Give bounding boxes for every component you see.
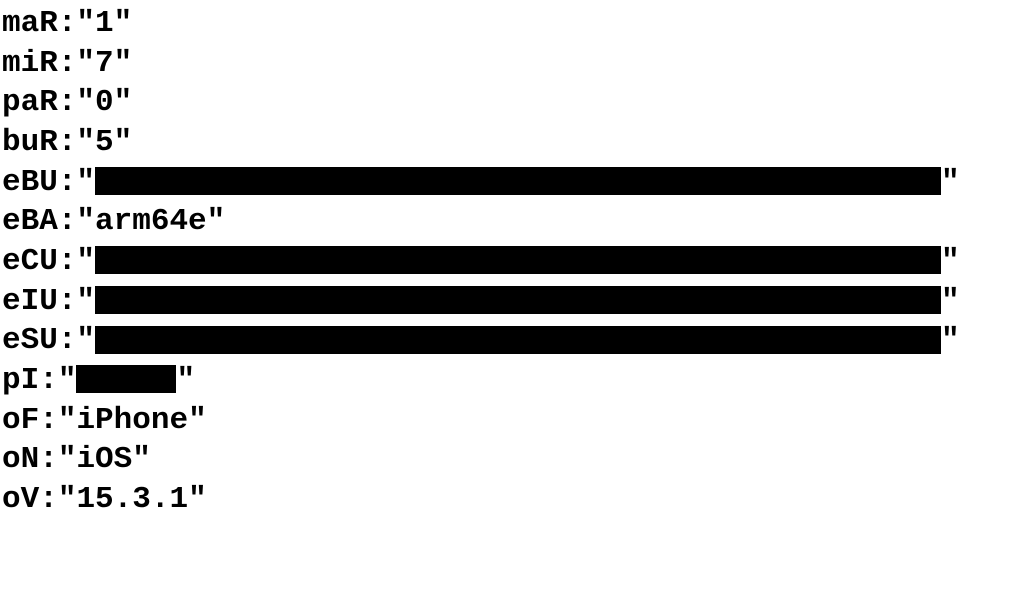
row-oV: oV: "15.3.1" xyxy=(2,480,1022,520)
close-quote: " xyxy=(114,123,133,163)
value-miR: 7 xyxy=(95,44,114,84)
open-quote: " xyxy=(76,4,95,44)
key-oV: oV xyxy=(2,480,39,520)
open-quote: " xyxy=(58,480,77,520)
open-quote: " xyxy=(58,361,77,401)
row-oN: oN: "iOS" xyxy=(2,440,1022,480)
open-quote: " xyxy=(76,123,95,163)
value-oF: iPhone xyxy=(76,401,188,441)
colon: : xyxy=(58,202,77,242)
redacted-value-eIU xyxy=(95,286,941,314)
colon: : xyxy=(58,123,77,163)
value-maR: 1 xyxy=(95,4,114,44)
open-quote: " xyxy=(58,440,77,480)
redacted-value-eSU xyxy=(95,326,941,354)
redacted-value-eBU xyxy=(95,167,941,195)
row-miR: miR: "7" xyxy=(2,44,1022,84)
colon: : xyxy=(39,440,58,480)
close-quote: " xyxy=(132,440,151,480)
row-maR: maR: "1" xyxy=(2,4,1022,44)
close-quote: " xyxy=(188,480,207,520)
open-quote: " xyxy=(76,44,95,84)
close-quote: " xyxy=(941,242,960,282)
key-buR: buR xyxy=(2,123,58,163)
colon: : xyxy=(39,480,58,520)
key-eBA: eBA xyxy=(2,202,58,242)
row-oF: oF: "iPhone" xyxy=(2,401,1022,441)
close-quote: " xyxy=(114,44,133,84)
colon: : xyxy=(58,4,77,44)
open-quote: " xyxy=(76,321,95,361)
key-maR: maR xyxy=(2,4,58,44)
key-oN: oN xyxy=(2,440,39,480)
open-quote: " xyxy=(76,163,95,203)
row-eCU: eCU: " " xyxy=(2,242,1022,282)
row-eIU: eIU: " " xyxy=(2,282,1022,322)
open-quote: " xyxy=(76,242,95,282)
colon: : xyxy=(39,401,58,441)
redacted-value-pI xyxy=(76,365,176,393)
open-quote: " xyxy=(76,83,95,123)
colon: : xyxy=(58,242,77,282)
key-miR: miR xyxy=(2,44,58,84)
colon: : xyxy=(58,282,77,322)
key-eCU: eCU xyxy=(2,242,58,282)
row-paR: paR: "0" xyxy=(2,83,1022,123)
row-eBU: eBU: " " xyxy=(2,163,1022,203)
open-quote: " xyxy=(58,401,77,441)
key-eBU: eBU xyxy=(2,163,58,203)
key-pI: pI xyxy=(2,361,39,401)
row-buR: buR: "5" xyxy=(2,123,1022,163)
close-quote: " xyxy=(941,163,960,203)
redacted-value-eCU xyxy=(95,246,941,274)
open-quote: " xyxy=(76,282,95,322)
colon: : xyxy=(39,361,58,401)
colon: : xyxy=(58,163,77,203)
row-pI: pI: " " xyxy=(2,361,1022,401)
value-eBA: arm64e xyxy=(95,202,207,242)
value-buR: 5 xyxy=(95,123,114,163)
value-oV: 15.3.1 xyxy=(76,480,188,520)
row-eBA: eBA: "arm64e" xyxy=(2,202,1022,242)
key-oF: oF xyxy=(2,401,39,441)
row-eSU: eSU: " " xyxy=(2,321,1022,361)
open-quote: " xyxy=(76,202,95,242)
key-eIU: eIU xyxy=(2,282,58,322)
value-oN: iOS xyxy=(76,440,132,480)
close-quote: " xyxy=(188,401,207,441)
colon: : xyxy=(58,44,77,84)
colon: : xyxy=(58,321,77,361)
close-quote: " xyxy=(941,282,960,322)
code-block: maR: "1"miR: "7"paR: "0"buR: "5"eBU: ""e… xyxy=(2,4,1022,520)
value-paR: 0 xyxy=(95,83,114,123)
close-quote: " xyxy=(114,83,133,123)
colon: : xyxy=(58,83,77,123)
key-paR: paR xyxy=(2,83,58,123)
close-quote: " xyxy=(176,361,195,401)
close-quote: " xyxy=(941,321,960,361)
close-quote: " xyxy=(207,202,226,242)
close-quote: " xyxy=(114,4,133,44)
key-eSU: eSU xyxy=(2,321,58,361)
